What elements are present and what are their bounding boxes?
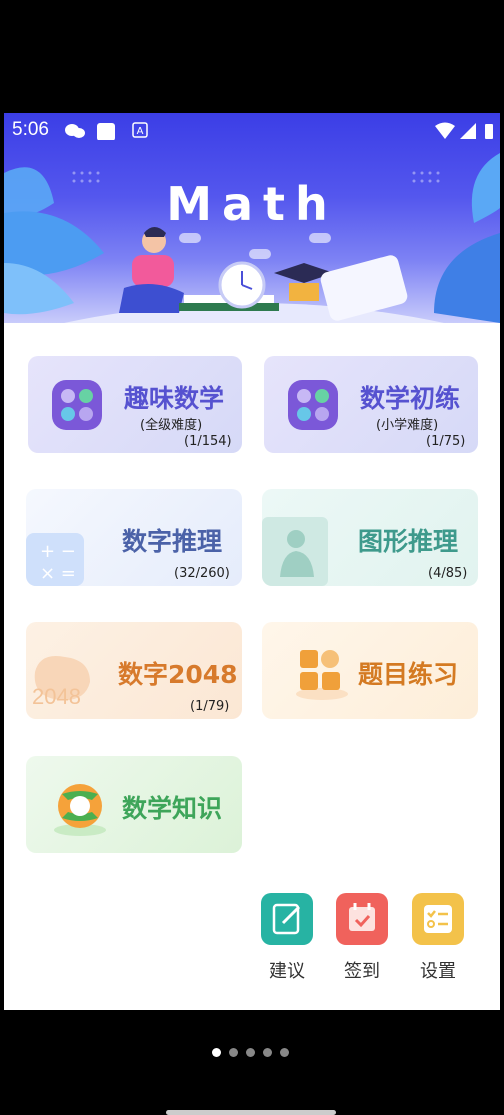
card-practice[interactable]: 题目练习 (262, 622, 478, 719)
checklist-icon (412, 893, 464, 945)
card-title: 数字2048 (118, 660, 238, 689)
page-dot[interactable] (263, 1048, 272, 1057)
calendar-icon (336, 893, 388, 945)
page-dot[interactable] (212, 1048, 221, 1057)
card-math-beginner[interactable]: 数学初练 (小学难度) (1/75) (264, 356, 478, 453)
card-title: 图形推理 (358, 527, 459, 556)
battery-icon (485, 124, 493, 139)
calculator-icon (52, 380, 102, 430)
wifi-icon (435, 122, 455, 139)
card-progress: (1/79) (190, 699, 230, 714)
keyboard-a-icon: A (132, 122, 148, 138)
card-title: 数学初练 (360, 384, 461, 413)
svg-text:A: A (137, 126, 144, 137)
page-dot[interactable] (246, 1048, 255, 1057)
signal-icon (460, 123, 476, 139)
card-number-reasoning[interactable]: + − × = 数字推理 (32/260) (26, 489, 242, 586)
edit-icon (261, 893, 313, 945)
settings-button[interactable]: 设置 (410, 893, 466, 983)
page-dot[interactable] (280, 1048, 289, 1057)
action-label: 建议 (269, 961, 305, 982)
card-title: 趣味数学 (124, 384, 225, 413)
globe-icon (54, 784, 106, 836)
card-fun-math[interactable]: 趣味数学 (全级难度) (1/154) (28, 356, 242, 453)
app-logo-title: Math (166, 177, 338, 231)
app-screen: 5:06 A Math 趣味数学 (全级难度) (1/154) 数学初练 (小学… (4, 113, 500, 1010)
svg-text:+ −: + − (40, 541, 76, 562)
header-banner: 5:06 A Math (4, 113, 500, 323)
feedback-button[interactable]: 建议 (259, 893, 315, 983)
action-label: 设置 (420, 961, 456, 982)
card-shape-reasoning[interactable]: 图形推理 (4/85) (262, 489, 478, 586)
card-progress: (1/154) (184, 434, 232, 449)
page-dot[interactable] (229, 1048, 238, 1057)
notification-icon (97, 123, 115, 140)
card-progress: (1/75) (426, 434, 466, 449)
action-label: 签到 (344, 961, 380, 982)
wechat-icon (65, 124, 85, 138)
card-decor-text: 2048 (32, 684, 81, 709)
status-bar: 5:06 A (4, 113, 500, 149)
card-title: 数学知识 (122, 794, 223, 823)
card-title: 数字推理 (122, 527, 223, 556)
svg-text:× =: × = (40, 563, 76, 584)
card-subtitle: (全级难度) (140, 418, 203, 433)
grid-apps-icon (296, 650, 348, 700)
card-title: 题目练习 (358, 660, 459, 689)
card-progress: (32/260) (174, 566, 230, 581)
thinker-silhouette-icon (262, 517, 328, 586)
bottom-black-bar (0, 1010, 504, 1115)
card-progress: (4/85) (428, 566, 468, 581)
card-subtitle: (小学难度) (376, 418, 439, 433)
math-symbols-icon: + − × = (26, 533, 84, 586)
status-time: 5:06 (12, 119, 49, 140)
card-2048-game[interactable]: 2048 数字2048 (1/79) (26, 622, 242, 719)
checkin-button[interactable]: 签到 (334, 893, 390, 983)
card-math-knowledge[interactable]: 数学知识 (26, 756, 242, 853)
calculator-icon (288, 380, 338, 430)
home-indicator[interactable] (166, 1110, 336, 1115)
